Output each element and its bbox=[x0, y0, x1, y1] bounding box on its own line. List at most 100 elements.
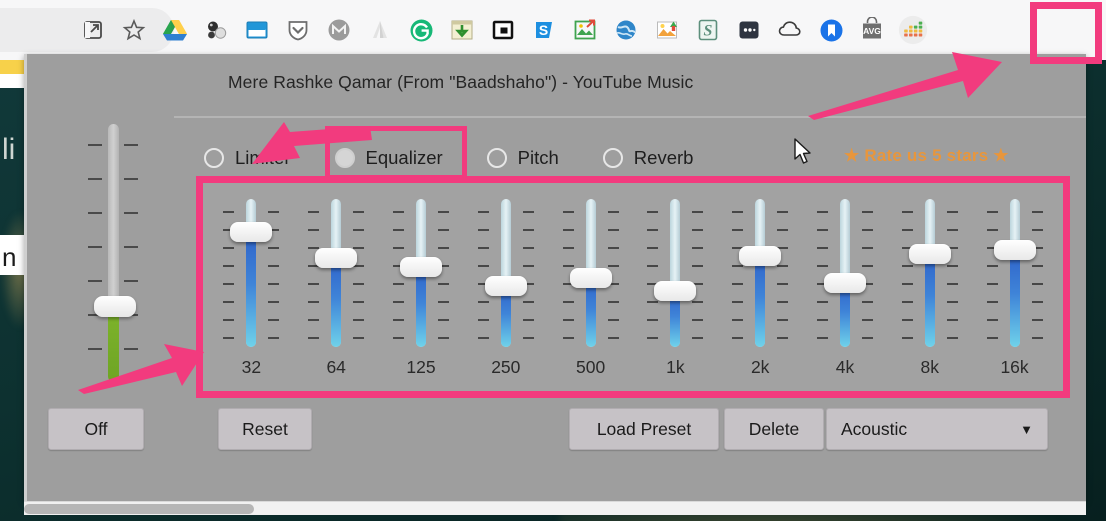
preset-dropdown[interactable]: Acoustic ▼ bbox=[826, 408, 1048, 450]
band-thumb[interactable] bbox=[399, 257, 442, 277]
s-blue-icon[interactable]: S bbox=[529, 15, 559, 45]
equalizer-extension-icon[interactable] bbox=[898, 15, 928, 45]
band-label: 32 bbox=[241, 357, 262, 377]
equalizer-band-2k: 2k bbox=[718, 189, 803, 385]
highlight-equalizer-tab bbox=[325, 126, 467, 180]
radio-circle-icon bbox=[486, 148, 507, 168]
band-thumb[interactable] bbox=[569, 268, 612, 288]
equalizer-band-64: 64 bbox=[294, 189, 379, 385]
radio-label: Limiter bbox=[235, 147, 291, 168]
band-slider-2k[interactable] bbox=[722, 199, 798, 347]
open-in-new-icon[interactable] bbox=[78, 15, 108, 45]
band-slider-1k[interactable] bbox=[637, 199, 713, 347]
delete-preset-button[interactable]: Delete bbox=[724, 408, 824, 450]
band-thumb[interactable] bbox=[484, 276, 527, 296]
rate-us-link[interactable]: ★ Rate us 5 stars ★ bbox=[844, 146, 1009, 166]
mouse-cursor bbox=[794, 138, 811, 164]
panel-left-edge bbox=[24, 54, 27, 515]
google-drive-icon[interactable] bbox=[160, 15, 190, 45]
band-thumb[interactable] bbox=[823, 273, 866, 293]
band-slider-64[interactable] bbox=[298, 199, 374, 347]
equalizer-bands: 32 64 125 250 500 1k 2k 4k 8k 16k bbox=[209, 189, 1057, 385]
image-export-icon[interactable] bbox=[570, 15, 600, 45]
band-ticks bbox=[722, 199, 798, 347]
band-slider-8k[interactable] bbox=[892, 199, 968, 347]
radio-label: Pitch bbox=[517, 147, 559, 168]
band-slider-16k[interactable] bbox=[977, 199, 1053, 347]
avira-icon[interactable] bbox=[365, 15, 395, 45]
band-ticks bbox=[637, 199, 713, 347]
radio-pitch[interactable]: Pitch bbox=[486, 147, 559, 169]
photo-upload-icon[interactable] bbox=[652, 15, 682, 45]
bookmark-star-icon[interactable] bbox=[119, 15, 149, 45]
avg-icon[interactable]: AVG bbox=[857, 15, 887, 45]
image-capture-icon[interactable] bbox=[242, 15, 272, 45]
picture-in-picture-icon[interactable] bbox=[488, 15, 518, 45]
radio-circle-icon bbox=[204, 148, 224, 168]
band-thumb[interactable] bbox=[315, 248, 358, 268]
master-volume-ticks bbox=[70, 124, 156, 382]
video-downloader-icon[interactable] bbox=[447, 15, 477, 45]
band-thumb[interactable] bbox=[739, 246, 782, 266]
reset-button[interactable]: Reset bbox=[218, 408, 312, 450]
equalizer-band-250: 250 bbox=[463, 189, 548, 385]
chevron-down-icon: ▼ bbox=[1020, 421, 1033, 437]
page-text-fragment-n: n bbox=[2, 242, 17, 272]
band-label: 16k bbox=[1000, 357, 1029, 377]
mega-icon[interactable] bbox=[324, 15, 354, 45]
screenshot-root: li n S S AVG Mere Rashke Qamar (From "Ba… bbox=[0, 0, 1106, 521]
band-label: 2k bbox=[750, 357, 770, 377]
radio-circle-icon bbox=[602, 148, 623, 168]
band-slider-32[interactable] bbox=[213, 199, 289, 347]
cloud-icon[interactable] bbox=[775, 15, 805, 45]
radio-label: Reverb bbox=[633, 147, 694, 168]
band-label: 4k bbox=[835, 357, 855, 377]
band-ticks bbox=[892, 199, 968, 347]
equalizer-band-125: 125 bbox=[379, 189, 464, 385]
band-slider-250[interactable] bbox=[468, 199, 544, 347]
browser-toolbar: S S AVG bbox=[0, 0, 1106, 60]
toolbar-icon-strip: S S AVG bbox=[78, 0, 928, 60]
master-volume-slider[interactable] bbox=[70, 124, 156, 444]
globe-icon[interactable] bbox=[611, 15, 641, 45]
equalizer-band-4k: 4k bbox=[803, 189, 888, 385]
equalizer-band-32: 32 bbox=[209, 189, 294, 385]
radio-reverb[interactable]: Reverb bbox=[602, 147, 694, 169]
pocket-shield-icon[interactable] bbox=[283, 15, 313, 45]
svg-text:S: S bbox=[704, 23, 713, 40]
highlight-extension-icon bbox=[1030, 2, 1102, 64]
band-thumb[interactable] bbox=[993, 240, 1036, 260]
preset-dropdown-value: Acoustic bbox=[841, 418, 908, 439]
band-thumb[interactable] bbox=[230, 222, 273, 242]
molecule-icon[interactable] bbox=[201, 15, 231, 45]
band-label: 500 bbox=[575, 357, 606, 377]
horizontal-scrollbar[interactable] bbox=[24, 501, 1086, 515]
page-yellow-strip bbox=[0, 60, 24, 74]
dots-dark-icon[interactable] bbox=[734, 15, 764, 45]
radio-limiter[interactable]: Limiter bbox=[204, 147, 291, 169]
power-off-button[interactable]: Off bbox=[48, 408, 144, 450]
band-label: 125 bbox=[406, 357, 436, 377]
equalizer-band-500: 500 bbox=[548, 189, 633, 385]
band-label: 250 bbox=[491, 357, 521, 377]
svg-text:S: S bbox=[539, 22, 548, 38]
load-preset-button[interactable]: Load Preset bbox=[569, 408, 719, 450]
band-ticks bbox=[298, 199, 374, 347]
band-thumb[interactable] bbox=[908, 244, 951, 264]
band-label: 64 bbox=[326, 357, 346, 377]
bookmark-blue-icon[interactable] bbox=[816, 15, 846, 45]
band-ticks bbox=[468, 199, 544, 347]
equalizer-panel-highlight: 32 64 125 250 500 1k 2k 4k 8k 16k bbox=[196, 176, 1070, 398]
band-slider-4k[interactable] bbox=[807, 199, 883, 347]
band-slider-500[interactable] bbox=[553, 199, 629, 347]
scrollbar-thumb[interactable] bbox=[24, 504, 254, 514]
band-label: 8k bbox=[920, 357, 940, 377]
equalizer-band-16k: 16k bbox=[972, 189, 1057, 385]
grammarly-icon[interactable] bbox=[406, 15, 436, 45]
band-thumb[interactable] bbox=[654, 281, 697, 301]
equalizer-extension-panel: Mere Rashke Qamar (From "Baadshaho") - Y… bbox=[24, 54, 1086, 501]
s-green-icon[interactable]: S bbox=[693, 15, 723, 45]
page-text-fragment-left: li bbox=[2, 133, 16, 166]
band-slider-125[interactable] bbox=[383, 199, 459, 347]
master-volume-thumb[interactable] bbox=[94, 296, 136, 317]
